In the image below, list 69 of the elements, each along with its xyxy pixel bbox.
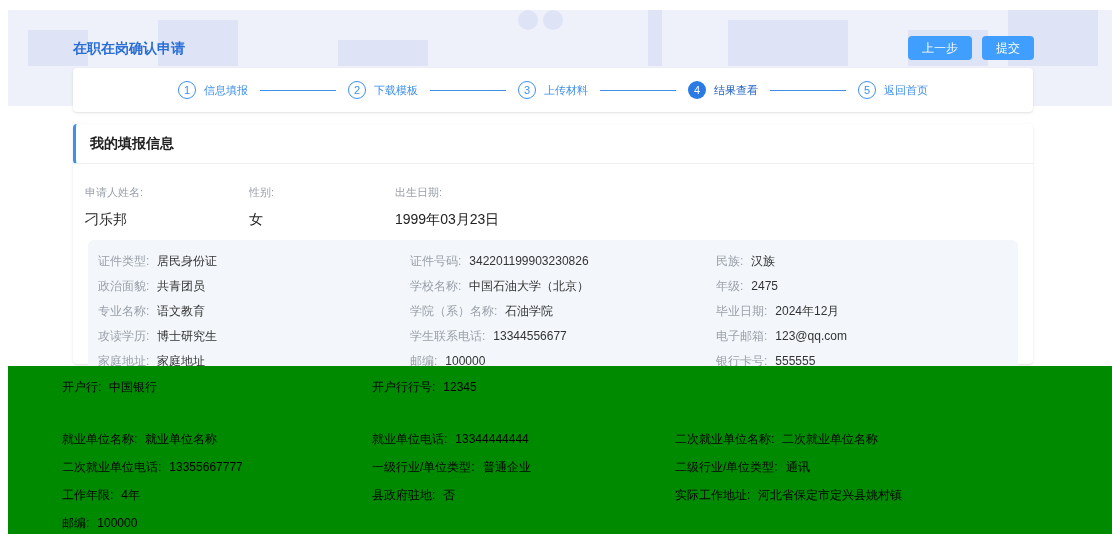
field-label: 实际工作地址: [675,487,751,504]
header-button[interactable]: 上一步 [908,36,972,60]
field-label: 政治面貌: [98,278,150,295]
field-label: 电子邮箱: [716,328,768,345]
field-label: 民族: [716,253,744,270]
field-label: 学校名称: [410,278,462,295]
field-label: 申请人姓名: [85,185,145,200]
field-value: 555555 [775,353,816,370]
field-label: 毕业日期: [716,303,768,320]
field-label: 邮编: [62,515,90,532]
field-value: 2024年12月 [775,303,840,320]
field-label: 二级行业/单位类型: [675,459,778,476]
field-value: 刁乐邦 [85,209,128,229]
field-label: 二次就业单位名称: [675,431,775,448]
field-value: 家庭地址 [157,353,206,370]
field-label: 银行卡号: [716,353,768,370]
field-label: 开户行: [62,379,102,396]
field-value: 100000 [445,353,486,370]
field-label: 证件类型: [98,253,150,270]
step-item[interactable]: 5 返回首页 [858,81,928,99]
field-value: 居民身份证 [157,253,218,270]
field-value: 普通企业 [482,459,531,476]
field-label: 家庭地址: [98,353,150,370]
field-label: 工作年限: [62,487,114,504]
field-value: 语文教育 [157,303,206,320]
field-label: 开户行行号: [372,379,436,396]
field-value: 博士研究生 [157,328,218,345]
field-label: 二次就业单位电话: [62,459,162,476]
field-value: 123@qq.com [775,328,847,345]
field-label: 邮编: [410,353,438,370]
field-value: 1999年03月23日 [395,209,500,229]
field-label: 性别: [249,185,276,200]
field-value: 中国石油大学（北京） [469,278,590,295]
field-value: 通讯 [785,459,810,476]
field-value: 100000 [97,515,138,532]
field-label: 攻读学历: [98,328,150,345]
page-title: 在职在岗确认申请 [73,38,185,58]
field-label: 县政府驻地: [372,487,436,504]
field-value: 共青团员 [157,278,206,295]
field-label: 出生日期: [395,185,444,200]
field-value: 12345 [443,379,477,396]
step-item[interactable]: 1 信息填报 [178,81,248,99]
field-value: 二次就业单位名称 [782,431,879,448]
field-label: 年级: [716,278,744,295]
field-label: 一级行业/单位类型: [372,459,475,476]
header-button[interactable]: 提交 [982,36,1034,60]
field-value: 4年 [121,487,141,504]
field-value: 女 [249,209,264,229]
field-value: 342201199903230826 [469,253,589,270]
field-value: 2475 [751,278,779,295]
field-value: 中国银行 [109,379,158,396]
field-value: 否 [443,487,456,504]
step-item[interactable]: 2 下载模板 [348,81,418,99]
field-value: 13355667777 [169,459,243,476]
field-value: 13344444444 [455,431,529,448]
field-label: 就业单位电话: [372,431,448,448]
field-value: 河北省保定市定兴县姚村镇 [758,487,903,504]
step-item[interactable]: 3 上传材料 [518,81,588,99]
field-label: 学院（系）名称: [410,303,498,320]
field-value: 13344556677 [493,328,567,345]
field-value: 就业单位名称 [145,431,218,448]
section-title: 我的填报信息 [90,134,174,153]
field-label: 专业名称: [98,303,150,320]
field-label: 证件号码: [410,253,462,270]
step-item[interactable]: 4 结果查看 [688,81,758,99]
field-label: 学生联系电话: [410,328,486,345]
field-label: 就业单位名称: [62,431,138,448]
field-value: 石油学院 [505,303,554,320]
field-value: 汉族 [751,253,776,270]
